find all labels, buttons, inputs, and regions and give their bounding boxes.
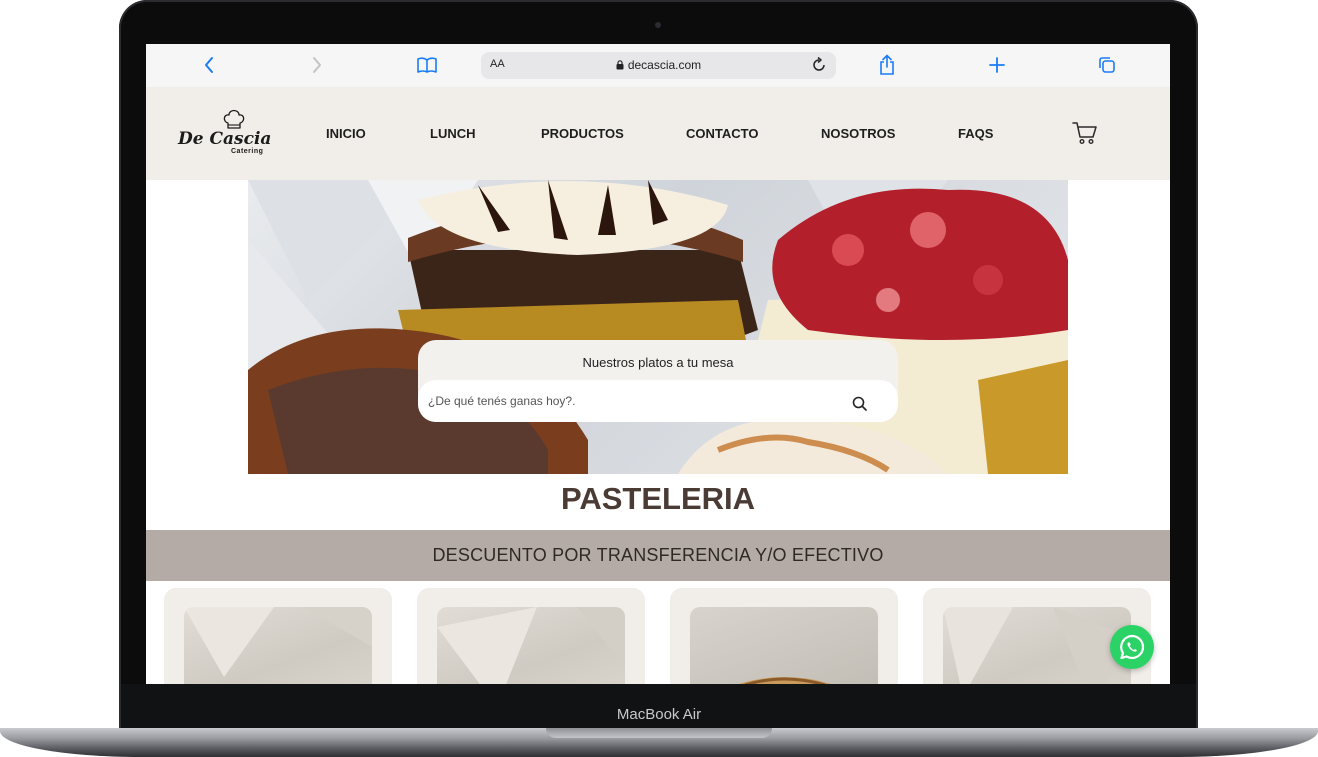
logo-subtitle: Catering <box>231 148 264 155</box>
promo-text: DESCUENTO POR TRANSFERENCIA Y/O EFECTIVO <box>432 545 884 565</box>
url-display: decascia.com <box>481 58 836 72</box>
promo-bar: DESCUENTO POR TRANSFERENCIA Y/O EFECTIVO <box>146 530 1170 581</box>
chef-hat-icon <box>223 109 245 129</box>
product-card[interactable] <box>417 588 645 684</box>
hero-image <box>248 180 1068 474</box>
search-title: Nuestros platos a tu mesa <box>582 355 734 370</box>
logo[interactable]: De Cascia Catering <box>176 105 271 161</box>
search-input[interactable] <box>418 380 898 422</box>
tabs-icon[interactable] <box>1094 52 1120 78</box>
whatsapp-button[interactable] <box>1110 625 1154 669</box>
laptop-notch <box>546 728 772 738</box>
bookmarks-icon[interactable] <box>414 52 440 78</box>
product-image[interactable] <box>943 607 1131 684</box>
nav-nosotros[interactable]: NOSOTROS <box>821 126 895 141</box>
url-bar[interactable]: AA decascia.com <box>481 52 836 79</box>
cart-icon[interactable] <box>1072 120 1098 151</box>
nav-contacto[interactable]: CONTACTO <box>686 126 758 141</box>
nav-inicio[interactable]: INICIO <box>326 126 366 141</box>
device-label: MacBook Air <box>616 706 702 723</box>
new-tab-icon[interactable] <box>984 52 1010 78</box>
lock-icon <box>616 60 624 70</box>
product-card[interactable] <box>670 588 898 684</box>
nav-lunch[interactable]: LUNCH <box>430 126 476 141</box>
site-header: De Cascia Catering INICIO LUNCH PRODUCTO… <box>146 87 1170 180</box>
camera <box>655 22 661 28</box>
nav-productos[interactable]: PRODUCTOS <box>541 126 624 141</box>
nav-faqs[interactable]: FAQS <box>958 126 993 141</box>
product-image[interactable] <box>690 607 878 684</box>
screen: AA decascia.com De Cascia Catering INICI… <box>146 44 1170 684</box>
hero-banner <box>248 180 1068 474</box>
back-icon[interactable] <box>196 52 222 78</box>
product-card[interactable] <box>164 588 392 684</box>
page-title: PASTELERIA <box>560 481 756 516</box>
url-text: decascia.com <box>627 58 702 72</box>
product-image[interactable] <box>437 607 625 684</box>
product-image[interactable] <box>184 607 372 684</box>
search-card: Nuestros platos a tu mesa <box>418 340 898 422</box>
reload-icon[interactable] <box>810 56 828 79</box>
search-icon[interactable] <box>850 394 870 414</box>
share-icon[interactable] <box>874 52 900 78</box>
logo-name: De Cascia <box>178 129 272 149</box>
whatsapp-icon <box>1120 634 1145 660</box>
browser-toolbar: AA decascia.com <box>146 44 1170 88</box>
forward-icon[interactable] <box>304 52 330 78</box>
